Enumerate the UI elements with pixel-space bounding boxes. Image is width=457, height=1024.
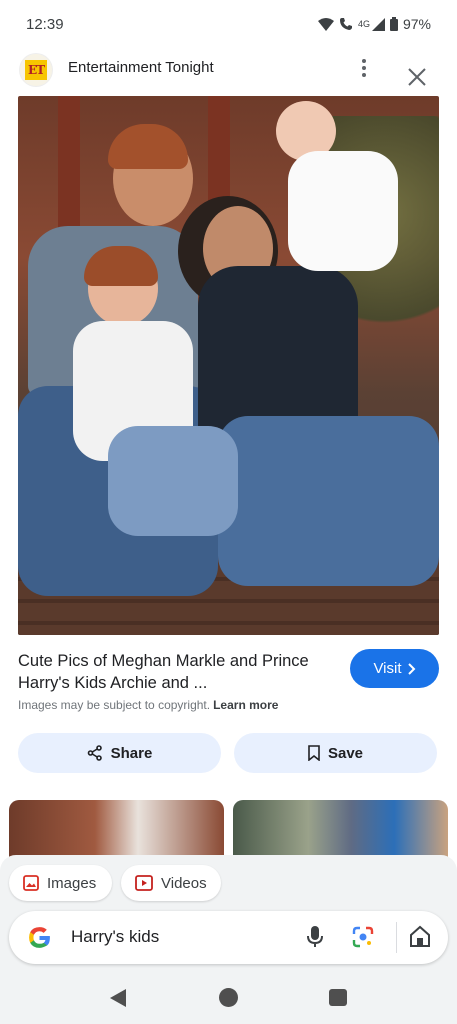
- related-image-thumbnail[interactable]: [233, 800, 448, 860]
- image-child-jeans: [108, 426, 238, 536]
- chip-videos-label: Videos: [161, 874, 207, 892]
- chip-images[interactable]: Images: [9, 865, 112, 901]
- share-icon: [87, 745, 102, 761]
- image-icon: [23, 875, 39, 891]
- et-logo-icon: ET: [25, 60, 47, 80]
- image-person-jeans: [218, 416, 439, 586]
- visit-label: Visit: [373, 660, 402, 677]
- more-options-icon[interactable]: [356, 54, 372, 82]
- source-name[interactable]: Entertainment Tonight: [68, 59, 214, 76]
- google-logo-icon: [29, 927, 50, 948]
- status-bar: 12:39 4G 97%: [0, 0, 457, 48]
- visit-button[interactable]: Visit: [350, 649, 439, 688]
- home-icon[interactable]: [409, 925, 431, 949]
- system-nav-bar: [0, 975, 457, 1024]
- copyright-notice: Images may be subject to copyright. Learn…: [18, 698, 278, 712]
- close-icon: [408, 68, 426, 86]
- home-button-icon[interactable]: [219, 988, 238, 1007]
- chevron-right-icon: [407, 662, 415, 675]
- call-icon: [339, 18, 352, 30]
- search-divider: [396, 922, 397, 953]
- source-header: ET Entertainment Tonight: [0, 48, 457, 88]
- source-logo[interactable]: ET: [20, 54, 52, 86]
- image-person-hair: [108, 124, 188, 169]
- search-input[interactable]: Harry's kids: [71, 927, 159, 947]
- signal-icon: [371, 17, 385, 31]
- copyright-text: Images may be subject to copyright.: [18, 698, 211, 712]
- chip-videos[interactable]: Videos: [121, 865, 221, 901]
- status-icons: 4G 97%: [317, 16, 431, 32]
- result-title[interactable]: Cute Pics of Meghan Markle and Prince Ha…: [18, 650, 343, 694]
- network-type: 4G: [357, 19, 370, 29]
- bookmark-icon: [308, 745, 320, 761]
- share-button[interactable]: Share: [18, 733, 221, 773]
- battery-icon: [389, 17, 398, 31]
- battery-percent: 97%: [402, 16, 431, 32]
- share-label: Share: [110, 744, 153, 762]
- related-image-thumbnail[interactable]: [9, 800, 224, 860]
- preview-image[interactable]: [18, 96, 439, 635]
- video-icon: [135, 875, 153, 891]
- search-bar[interactable]: Harry's kids: [9, 911, 448, 964]
- wifi-icon: [317, 17, 334, 31]
- google-lens-icon[interactable]: [351, 925, 375, 949]
- save-label: Save: [327, 744, 364, 762]
- save-button[interactable]: Save: [234, 733, 437, 773]
- back-icon[interactable]: [109, 988, 127, 1008]
- image-baby-dress: [288, 151, 398, 271]
- status-time: 12:39: [26, 15, 64, 33]
- learn-more-link[interactable]: Learn more: [213, 698, 278, 712]
- recents-icon[interactable]: [329, 989, 347, 1006]
- mic-icon[interactable]: [305, 925, 325, 949]
- chip-images-label: Images: [47, 874, 97, 892]
- close-button[interactable]: [404, 66, 430, 92]
